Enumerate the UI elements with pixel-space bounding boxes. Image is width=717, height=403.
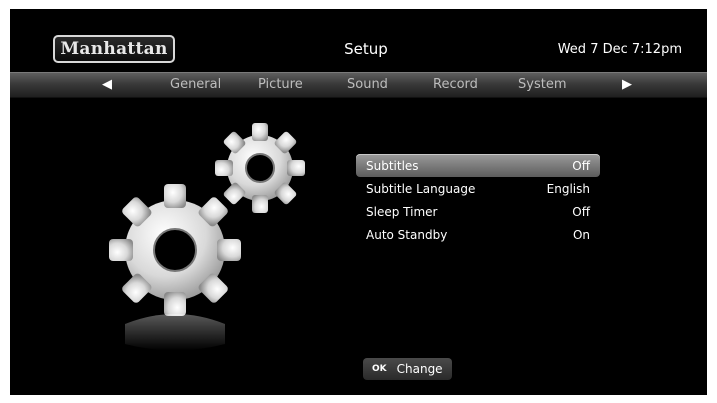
menu-item-subtitles[interactable]: Subtitles Off [356, 154, 600, 177]
left-arrow-icon[interactable]: ◀ [102, 76, 112, 94]
tab-picture[interactable]: Picture [258, 76, 303, 94]
menu-item-sleep-timer[interactable]: Sleep Timer Off [356, 200, 600, 223]
tab-record[interactable]: Record [433, 76, 478, 94]
tab-bar: ◀ General Picture Sound Record System ▶ [10, 72, 707, 98]
menu-item-label: Sleep Timer [366, 204, 438, 219]
menu-item-value: English [546, 181, 590, 196]
menu-item-label: Subtitles [366, 158, 419, 173]
large-gear-icon [109, 184, 241, 316]
gears-icon [109, 123, 305, 351]
tab-sound[interactable]: Sound [347, 76, 388, 94]
ok-change-hint[interactable]: OK Change [363, 358, 452, 380]
hint-label: Change [396, 362, 443, 376]
tv-screen: Manhattan Setup Wed 7 Dec 7:12pm ◀ Gener… [10, 9, 707, 395]
tab-general[interactable]: General [170, 76, 221, 94]
menu-item-label: Auto Standby [366, 227, 448, 242]
clock: Wed 7 Dec 7:12pm [557, 42, 682, 57]
right-arrow-icon[interactable]: ▶ [622, 76, 632, 94]
menu-item-value: Off [572, 204, 590, 219]
menu-item-value: Off [572, 158, 590, 173]
menu-item-auto-standby[interactable]: Auto Standby On [356, 223, 600, 246]
brand-logo: Manhattan [53, 35, 175, 63]
page-title: Setup [344, 40, 388, 58]
tab-system[interactable]: System [518, 76, 566, 94]
gear-reflection [125, 314, 225, 351]
menu-item-label: Subtitle Language [366, 181, 476, 196]
menu-item-value: On [572, 227, 590, 242]
small-gear-icon [215, 123, 305, 213]
ok-key-icon: OK [372, 364, 387, 374]
settings-menu: Subtitles Off Subtitle Language English … [356, 154, 600, 246]
menu-item-subtitle-language[interactable]: Subtitle Language English [356, 177, 600, 200]
